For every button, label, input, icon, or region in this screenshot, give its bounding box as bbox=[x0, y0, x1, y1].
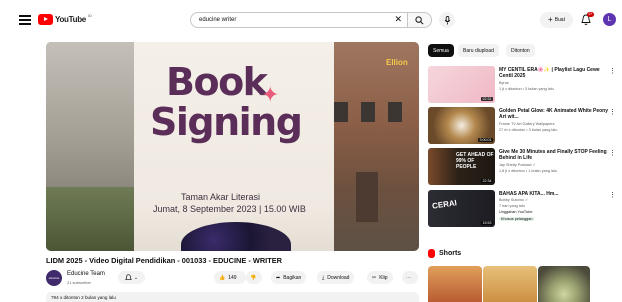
subscription-bell-button[interactable]: ⌄ bbox=[118, 271, 145, 284]
create-button[interactable]: + Buat bbox=[540, 12, 573, 28]
description-box[interactable]: 794 x ditonton 2 bulan yang lalu bbox=[46, 292, 419, 302]
clip-label: Klip bbox=[379, 274, 388, 281]
video-duration: 15:53 bbox=[481, 221, 493, 225]
voice-search-button[interactable] bbox=[439, 12, 455, 28]
building-window bbox=[356, 172, 378, 222]
video-player[interactable]: Book Signing ✦ Taman Akar Literasi Jumat… bbox=[46, 42, 419, 251]
chip-recently-uploaded[interactable]: Baru diupload bbox=[458, 44, 499, 57]
recommendation-item[interactable]: 22:31 MY CENTIL ERA🌸✨ | Playlist Lagu Ce… bbox=[428, 66, 618, 103]
channel-name[interactable]: Educine Team bbox=[67, 271, 105, 277]
plus-icon: + bbox=[548, 15, 553, 24]
top-bar: YouTube ID educine writer ✕ + Buat 9+ L bbox=[0, 0, 622, 40]
channel-avatar[interactable]: educine bbox=[46, 270, 62, 286]
short-thumbnail[interactable] bbox=[538, 266, 590, 302]
share-label: Bagikan bbox=[283, 274, 302, 281]
download-button[interactable]: ⤓ Download bbox=[317, 271, 355, 284]
more-horizontal-icon: ⋯ bbox=[406, 274, 411, 281]
chevron-down-icon: ⌄ bbox=[133, 274, 139, 281]
more-vertical-icon[interactable]: ⋮ bbox=[609, 108, 616, 116]
recommendation-thumbnail[interactable]: CERAI 15:53 bbox=[428, 190, 495, 227]
clip-button[interactable]: ✂ Klip bbox=[367, 271, 393, 284]
video-duration: 22:31 bbox=[481, 97, 493, 101]
members-only-badge: Khusus pelanggan bbox=[499, 217, 535, 221]
video-duration: 22:34 bbox=[481, 179, 493, 183]
recommendation-item[interactable]: GET AHEAD OF 99% OF PEOPLE 22:34 Give Me… bbox=[428, 148, 618, 185]
dislike-button[interactable]: 👎 bbox=[246, 271, 262, 284]
recommendation-item[interactable]: CERAI 15:53 BAHAS APA KITA... Hm... Bobb… bbox=[428, 190, 618, 227]
account-avatar[interactable]: L bbox=[603, 13, 616, 26]
chip-all[interactable]: Semua bbox=[428, 44, 454, 57]
like-count: 149 bbox=[228, 274, 237, 281]
bell-icon bbox=[125, 273, 132, 280]
video-title: LIDM 2025 - Video Digital Pendidikan - 0… bbox=[46, 256, 283, 265]
menu-icon[interactable] bbox=[19, 15, 31, 25]
notification-count-badge: 9+ bbox=[587, 12, 594, 17]
recommendation-thumbnail[interactable]: 22:31 bbox=[428, 66, 495, 103]
sparkle-icon: ✦ bbox=[261, 82, 280, 107]
shorts-icon bbox=[428, 249, 435, 258]
like-button[interactable]: 👍 149 bbox=[214, 271, 246, 284]
short-thumbnail[interactable] bbox=[483, 266, 537, 302]
chip-watched[interactable]: Ditonton bbox=[506, 44, 535, 57]
banner-title-line1: Book bbox=[166, 60, 268, 104]
building-window bbox=[388, 102, 402, 122]
recommendation-channel[interactable]: Bobby Sutomo ✓ bbox=[499, 198, 528, 203]
logo-text: YouTube bbox=[55, 15, 86, 24]
country-code: ID bbox=[87, 13, 92, 18]
youtube-play-icon bbox=[38, 14, 53, 25]
building-window bbox=[361, 102, 375, 122]
thumbs-up-icon: 👍 bbox=[219, 274, 226, 281]
create-label: Buat bbox=[554, 17, 565, 23]
youtube-logo[interactable]: YouTube ID bbox=[38, 13, 92, 25]
banner-event-date: Jumat, 8 September 2023 | 15.00 WIB bbox=[153, 204, 306, 214]
share-button[interactable]: ➦ Bagikan bbox=[271, 271, 307, 284]
recommendation-upload-type: Unggahan YouTube bbox=[499, 210, 533, 214]
search-icon bbox=[415, 15, 424, 24]
more-vertical-icon[interactable]: ⋮ bbox=[609, 149, 616, 157]
download-label: Download bbox=[327, 274, 350, 281]
recommendation-title[interactable]: Golden Petal Glow: 4K Animated White Peo… bbox=[499, 108, 609, 120]
microphone-icon bbox=[444, 15, 450, 25]
video-duration: 3:00:01 bbox=[478, 138, 493, 142]
recommendation-thumbnail[interactable]: GET AHEAD OF 99% OF PEOPLE 22:34 bbox=[428, 148, 495, 185]
banner-event-place: Taman Akar Literasi bbox=[181, 192, 261, 202]
view-count-and-date: 794 x ditonton 2 bulan yang lalu bbox=[51, 295, 116, 300]
thumbnail-text: CERAI bbox=[431, 198, 458, 211]
video-corner-text: Ellion bbox=[386, 58, 408, 67]
recommendation-title[interactable]: BAHAS APA KITA... Hm... bbox=[499, 191, 609, 197]
recommendation-channel[interactable]: Frame TV Art Gallery Wallpapers bbox=[499, 122, 555, 127]
shorts-label: Shorts bbox=[439, 250, 462, 257]
recommendation-title[interactable]: Give Me 30 Minutes and Finally STOP Feel… bbox=[499, 149, 609, 161]
recommendation-channel[interactable]: Jay Shetty Podcast ✓ bbox=[499, 163, 536, 168]
thumbs-down-icon: 👎 bbox=[250, 274, 257, 281]
recommendation-channel[interactable]: Byroe bbox=[499, 81, 509, 86]
more-actions-button[interactable]: ⋯ bbox=[402, 271, 418, 284]
more-vertical-icon[interactable]: ⋮ bbox=[609, 67, 616, 75]
more-vertical-icon[interactable]: ⋮ bbox=[609, 191, 616, 199]
channel-subscriber-count: 21 subscriber bbox=[67, 280, 92, 285]
recommendation-stats: 1 jt x ditonton • 3 bulan yang lalu bbox=[499, 87, 554, 91]
thumbnail-text: GET AHEAD OF 99% OF PEOPLE bbox=[456, 152, 494, 170]
banner-title-line2: Signing bbox=[150, 100, 303, 144]
search-query: educine writer bbox=[199, 17, 237, 23]
building-window bbox=[334, 102, 348, 122]
download-icon: ⤓ bbox=[322, 274, 325, 281]
share-icon: ➦ bbox=[276, 274, 281, 281]
search-button[interactable] bbox=[408, 12, 432, 28]
short-thumbnail[interactable] bbox=[428, 266, 482, 302]
recommendation-thumbnail[interactable]: 3:00:01 bbox=[428, 107, 495, 144]
recommendation-item[interactable]: 3:00:01 Golden Petal Glow: 4K Animated W… bbox=[428, 107, 618, 144]
recommendation-title[interactable]: MY CENTIL ERA🌸✨ | Playlist Lagu Cewe Cen… bbox=[499, 67, 609, 79]
scissors-icon: ✂ bbox=[372, 274, 377, 281]
clear-search-icon[interactable]: ✕ bbox=[394, 14, 402, 25]
shorts-header: Shorts bbox=[428, 249, 461, 258]
recommendation-date: 7 hari yang lalu bbox=[499, 204, 525, 208]
recommendation-stats: 1,8 jt x ditonton • 1 bulan yang lalu bbox=[499, 169, 557, 173]
search-input[interactable]: educine writer ✕ bbox=[190, 12, 408, 28]
recommendation-stats: 27 rb x ditonton • 3 bulan yang lalu bbox=[499, 128, 558, 132]
